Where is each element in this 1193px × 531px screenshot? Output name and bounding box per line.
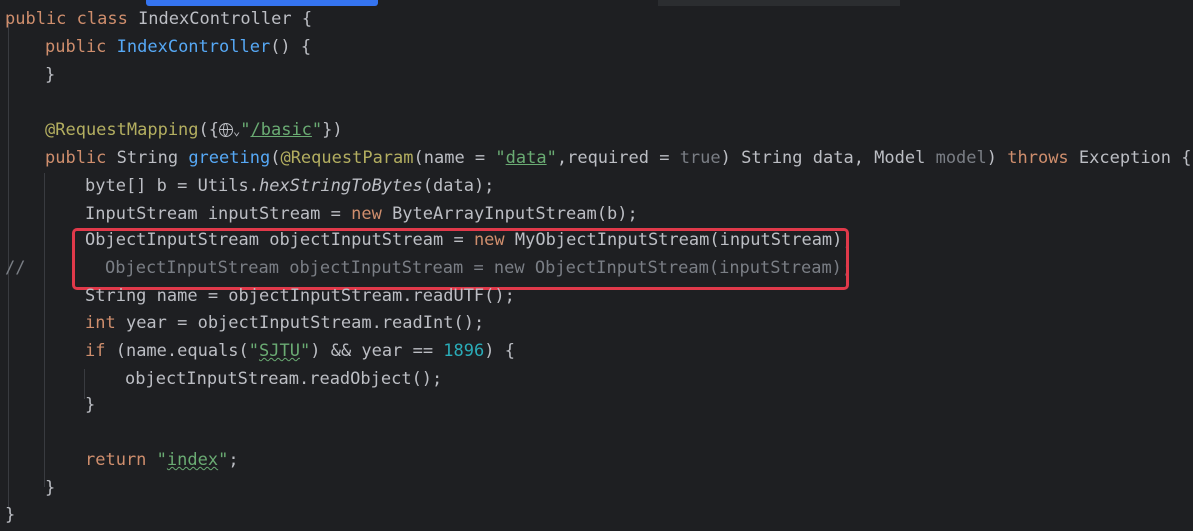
token-string: " [546,148,557,168]
token-string: SJTU [259,341,300,361]
token-string: " [311,120,323,140]
token-keyword: public [45,37,117,57]
token-string: " [299,341,311,361]
token-punct: }) [322,120,343,140]
code-editor[interactable]: public class IndexController { public In… [0,5,1193,531]
token-function: greeting [188,148,271,168]
url-path-link[interactable]: /basic [251,120,312,140]
token-code [146,450,156,470]
code-line-12: int year = objectInputStream.readInt(); [85,309,484,337]
token-punct: ( [270,148,281,168]
indent-guide [44,173,45,487]
token-punct: ) String data, Model [720,148,936,168]
code-line-15: } [85,395,96,415]
token-keyword: throws [1007,148,1069,168]
token-keyword: true [679,148,721,168]
comment-marker: // [5,258,26,278]
token-punct: ({ [198,120,220,140]
token-string: " [218,450,229,470]
token-code: InputStream inputStream = [85,204,352,224]
token-string: " [240,120,251,140]
token-punct: () { [270,37,312,57]
token-string: " [156,450,167,470]
code-line-13: if (name.equals("SJTU") && year == 1896)… [85,337,515,365]
code-line-19: } [5,505,16,525]
token-function: IndexController [116,37,271,57]
token-keyword: public [45,148,117,168]
token-number: 1896 [443,341,485,361]
token-keyword: int [85,313,116,333]
token-code: year = objectInputStream.readInt(); [115,313,485,333]
code-line-2: public IndexController() { [45,33,311,61]
highlight-annotation-box [72,228,849,290]
code-line-18: } [45,478,56,498]
token-keyword: new [351,204,382,224]
token-string: data [505,148,547,168]
token-annotation: @RequestMapping [45,120,199,140]
token-string: " [495,148,506,168]
token-keyword: public class [5,9,139,29]
token-code: ; [228,450,239,470]
token-class-name: IndexController [138,9,292,29]
token-code: (data); [422,176,495,196]
token-keyword: if [85,341,106,361]
token-code: (name.equals( [105,341,249,361]
token-punct: ,required = [556,148,680,168]
token-code: ByteArrayInputStream(b); [381,204,638,224]
token-code: ) { [484,341,515,361]
token-static-method: hexStringToBytes [259,176,423,196]
token-string: " [248,341,260,361]
code-line-7: byte[] b = Utils.hexStringToBytes(data); [85,172,494,200]
token-punct: ) [986,148,1008,168]
token-string: index [166,450,219,470]
code-line-3: } [45,61,55,89]
token-type: String [116,148,189,168]
token-punct: (name = [413,148,496,168]
code-line-11: String name = objectInputStream.readUTF(… [85,286,515,306]
code-line-6: public String greeting(@RequestParam(nam… [45,144,1192,172]
token-punct: { [291,9,313,29]
globe-icon[interactable] [219,123,234,137]
token-code: ) && year == [310,341,444,361]
token-keyword: return [85,450,147,470]
code-line-1: public class IndexController { [5,5,312,33]
token-punct: } [45,65,56,85]
code-line-17: return "index"; [85,446,239,474]
code-line-14: objectInputStream.readObject(); [125,369,443,389]
code-line-5: @RequestMapping({⌄"/basic"}) [45,116,343,144]
token-punct: Exception { [1068,148,1192,168]
token-annotation: @RequestParam [280,148,414,168]
token-unused-param: model [935,148,987,168]
code-line-8: InputStream inputStream = new ByteArrayI… [85,200,638,228]
token-code: byte[] b = Utils. [85,176,259,196]
